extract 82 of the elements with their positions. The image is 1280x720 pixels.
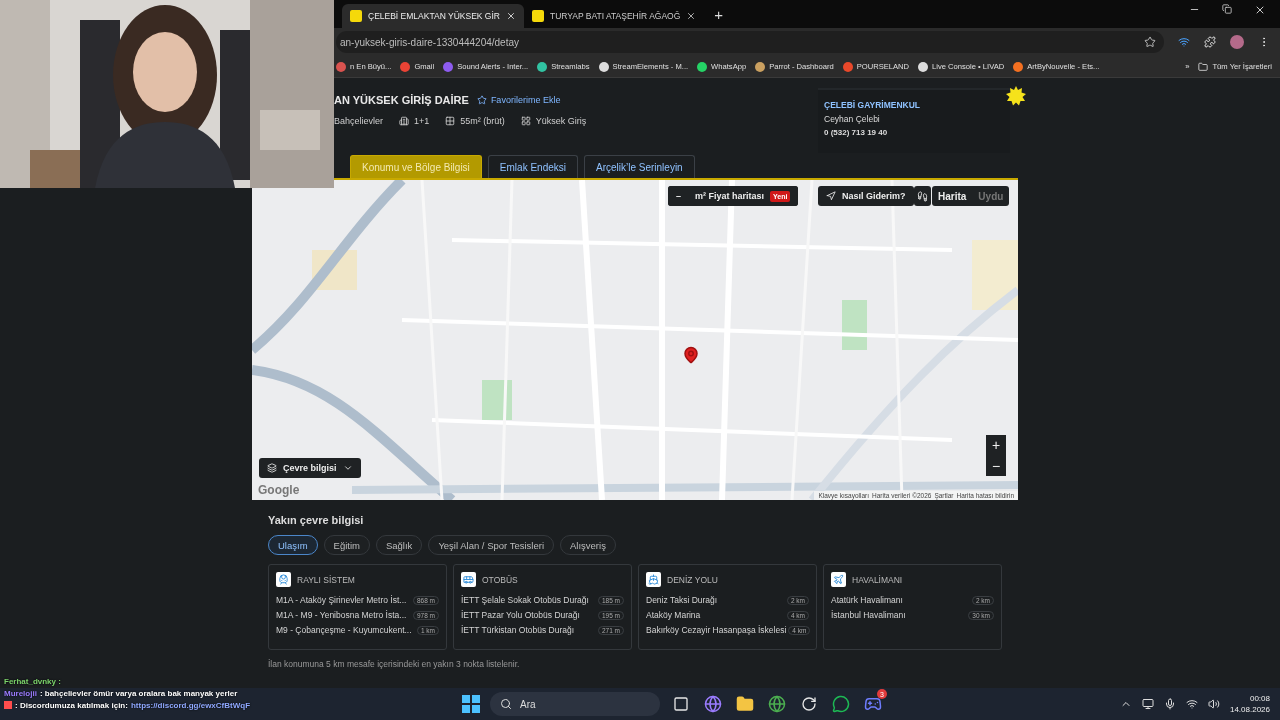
place-name: İETT Türkistan Otobüs Durağı — [461, 625, 575, 635]
app-icon — [801, 696, 817, 712]
ship-icon — [648, 574, 659, 585]
chat-username: Murelojii — [4, 689, 37, 698]
taskbar-clock[interactable]: 00:08 14.08.2026 — [1229, 694, 1270, 714]
agent-phone: 0 (532) 713 19 40 — [824, 128, 889, 137]
category-chip[interactable]: Eğitim — [323, 535, 370, 555]
listing-feature: Bahçelievler — [334, 116, 384, 126]
building-icon — [399, 116, 410, 126]
favorite-link[interactable]: Favorilerime Ekle — [476, 95, 561, 105]
address-bar[interactable]: an-yuksek-giris-daire-1330444204/detay — [336, 31, 1164, 53]
extensions-icon — [1204, 36, 1216, 48]
listing-title: AN YÜKSEK GİRİŞ DAİRE — [334, 94, 469, 106]
card-title: HAVALİMANI — [852, 574, 903, 585]
place-name: Ataköy Marina — [646, 610, 701, 620]
site-favicon — [350, 10, 362, 22]
windows-start-icon[interactable] — [462, 695, 480, 713]
map-type-tab[interactable]: Harita — [932, 186, 973, 206]
volume-icon — [1207, 698, 1220, 710]
agent-name: Ceyhan Çelebi — [824, 114, 881, 124]
card-title: OTOBÜS — [482, 574, 518, 585]
profile-avatar[interactable] — [1230, 35, 1244, 49]
close-icon — [686, 11, 697, 21]
close-icon — [1254, 4, 1266, 16]
chat-link[interactable]: https://discord.gg/ewxCfBtWqF — [130, 701, 251, 710]
place-name: Bakırköy Cezayir Hasanpaşa İskelesi — [646, 625, 787, 635]
listing-feature: 55m² (brüt) — [445, 116, 505, 126]
microphone-icon — [1163, 698, 1176, 710]
place-name: M9 - Çobançeşme - Kuyumcukent... — [276, 625, 412, 635]
place-name: İstanbul Havalimanı — [831, 610, 906, 620]
layers-icon — [267, 463, 277, 473]
category-chip[interactable]: Yeşil Alan / Spor Tesisleri — [428, 535, 554, 555]
place-name: M1A - M9 - Yenibosna Metro İsta... — [276, 610, 407, 620]
street-view-button[interactable] — [914, 186, 931, 206]
close-icon — [505, 11, 516, 21]
search-icon — [500, 698, 512, 710]
surroundings-button[interactable]: Çevre bilgisi — [259, 458, 361, 478]
place-name: Atatürk Havalimanı — [831, 595, 903, 605]
map-pin-icon — [682, 346, 700, 364]
grid-icon — [445, 116, 456, 126]
wifi-icon — [1185, 698, 1198, 710]
signal-icon — [1178, 36, 1190, 48]
category-chip[interactable]: Alışveriş — [560, 535, 616, 555]
section-title: Yakın çevre bilgisi — [268, 514, 365, 526]
page-tab[interactable]: Arçelik’le Serinleyin — [584, 155, 695, 178]
folder-icon — [1198, 61, 1209, 72]
category-chip[interactable]: Ulaşım — [268, 535, 318, 555]
folder-icon — [736, 695, 754, 713]
card-title: RAYLI SİSTEM — [297, 574, 355, 585]
chat-username: Ferhat_dvnky : — [4, 677, 61, 686]
footnote: İlan konumuna 5 km mesafe içerisindeki en yakın 3 nokta listelenir. — [268, 659, 521, 669]
navigation-arrow-icon — [826, 191, 836, 201]
chat-message: : Discordumuza katılmak için: — [15, 701, 128, 710]
browser-tab[interactable]: TURYAP BATI ATAŞEHİR AĞAOĞ — [523, 4, 705, 28]
display-icon — [1141, 698, 1154, 710]
listing-feature: 1+1 — [399, 116, 430, 126]
star-icon — [476, 95, 487, 105]
site-favicon — [531, 10, 544, 22]
card-title: DENİZ YOLU — [667, 574, 718, 585]
bookmark-star-icon — [1144, 36, 1156, 48]
taskbar-search[interactable]: Ara — [490, 692, 660, 716]
bus-icon — [463, 574, 474, 585]
place-name: Deniz Taksi Durağı — [646, 595, 718, 605]
new-tab-button[interactable]: + — [714, 6, 724, 23]
chat-message: : bahçelievler ömür varya oralara bak manyak yerler — [39, 689, 238, 698]
map-logo: Google — [258, 483, 300, 497]
train-icon — [278, 574, 289, 585]
place-name: M1A - Ataköy Şirinevler Metro İst... — [276, 595, 407, 605]
browser-tab[interactable]: ÇELEBİ EMLAKTAN YÜKSEK GİR — [342, 4, 524, 28]
category-chip[interactable]: Sağlık — [375, 535, 423, 555]
directions-button[interactable]: Nasıl Giderim? — [818, 186, 914, 206]
restore-icon — [1222, 4, 1232, 14]
place-name: İETT Şelale Sokak Otobüs Durağı — [461, 595, 589, 605]
agency-name[interactable]: ÇELEBİ GAYRİMENKUL — [824, 100, 1004, 110]
sun-icon — [1006, 86, 1026, 106]
chevron-down-icon — [342, 463, 353, 473]
listing-feature: Yüksek Giriş — [520, 116, 587, 126]
map-type-tab[interactable]: Uydu — [972, 186, 1010, 206]
page-tab[interactable]: Emlak Endeksi — [487, 155, 578, 178]
plane-icon — [833, 574, 844, 585]
task-view-icon — [673, 696, 689, 712]
place-name: İETT Pazar Yolu Otobüs Durağı — [461, 610, 580, 620]
